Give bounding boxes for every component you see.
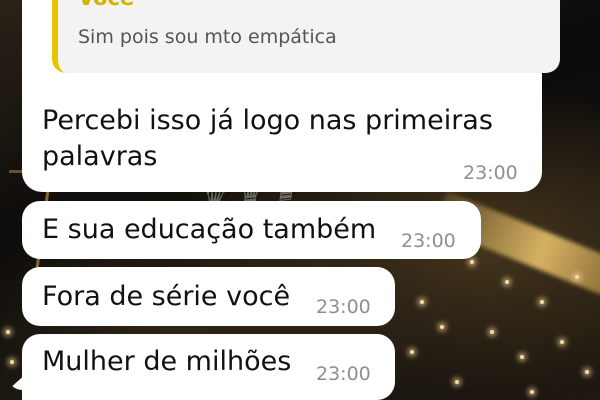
message-time: 23:00 bbox=[316, 296, 371, 318]
message-bubble-3[interactable]: Fora de série você 23:00 bbox=[22, 267, 395, 326]
message-time: 23:00 bbox=[463, 162, 518, 184]
message-text: Mulher de milhões bbox=[42, 346, 292, 377]
message-bubble-2[interactable]: E sua educação também 23:00 bbox=[22, 201, 481, 259]
message-text: E sua educação também bbox=[42, 214, 377, 245]
quoted-text: Sim pois sou mto empática bbox=[78, 26, 337, 48]
message-text-line-1: Percebi isso já logo nas primeiras bbox=[42, 105, 493, 136]
message-time: 23:00 bbox=[401, 230, 456, 252]
message-text: Fora de série você bbox=[42, 281, 291, 312]
message-bubble-4[interactable]: Mulher de milhões 23:00 bbox=[22, 334, 395, 400]
message-bubble-1[interactable]: Você Sim pois sou mto empática Percebi i… bbox=[22, 0, 560, 192]
message-text-line-2: palavras bbox=[42, 141, 158, 172]
message-time: 23:00 bbox=[316, 363, 371, 385]
quoted-author: Você bbox=[78, 0, 134, 10]
